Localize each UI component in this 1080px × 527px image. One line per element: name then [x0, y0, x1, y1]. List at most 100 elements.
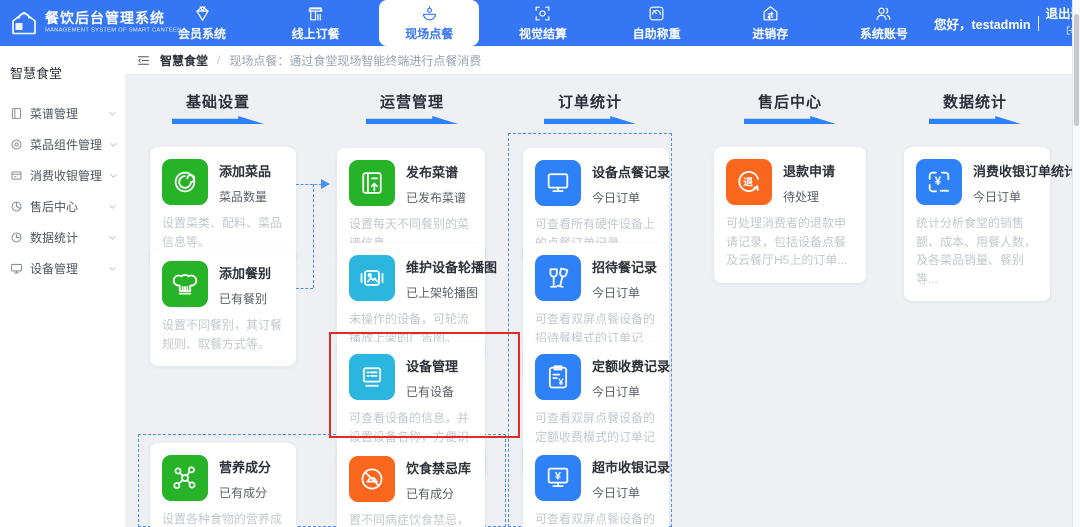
connector-line	[313, 184, 314, 288]
card-nutrition[interactable]: 营养成分 已有成分 设置各种食物的营养成分，【菜品管理】里可添加对应的食物及分.…	[150, 443, 296, 527]
card-add-dish[interactable]: 添加菜品 菜品数量 设置菜类、配料、菜品信息等。	[150, 147, 296, 265]
nav-label: 进销存	[752, 27, 789, 41]
svg-text:¥: ¥	[558, 377, 564, 387]
card-subtitle: 已有餐别	[219, 292, 268, 306]
vertical-scrollbar[interactable]	[1072, 0, 1080, 527]
card-description: 可处理消费者的退款申请记录，包括设备点餐及云餐厅H5上的订单...	[726, 216, 848, 268]
card-title: 退款申请	[783, 164, 836, 179]
main-nav: 会员系统 线上订餐 现场点餐 视觉结算 自助称重 进销存 系统账号	[152, 0, 934, 46]
sidebar-item-label: 消费收银管理	[30, 169, 103, 183]
card-diet-taboo-library[interactable]: 饮食禁忌库 已有成分 置不同病症饮食禁忌，【菜品管理】里可添加对应的。	[337, 444, 485, 527]
sidebar-item-label: 菜品组件管理	[30, 138, 103, 152]
card-description: 设置菜类、配料、菜品信息等。	[162, 216, 283, 249]
scrollbar-thumb[interactable]	[1074, 14, 1079, 126]
component-icon	[10, 138, 23, 151]
divider	[1037, 15, 1039, 31]
clipboard-yen-icon: ¥	[535, 354, 581, 400]
wine-glasses-icon	[535, 255, 581, 301]
card-subtitle: 今日订单	[592, 286, 641, 300]
card-subtitle: 今日订单	[592, 191, 641, 205]
nav-self-weighing[interactable]: 自助称重	[607, 0, 707, 46]
nav-label: 现场点餐	[405, 27, 454, 41]
storefront-icon	[306, 4, 325, 23]
card-title: 招待餐记录	[592, 260, 658, 275]
cashier-icon	[10, 169, 23, 182]
scan-icon	[533, 4, 552, 23]
chef-hat-icon	[162, 261, 208, 307]
chevron-down-icon	[108, 200, 117, 214]
svg-text:¥: ¥	[935, 175, 942, 188]
section-header-order-statistics: 订单统计	[505, 91, 675, 124]
chevron-down-icon	[108, 262, 117, 276]
card-title: 添加餐别	[219, 266, 272, 281]
top-navigation-bar: 餐饮后台管理系统 MANAGEMENT SYSTEM OF SMART CANT…	[0, 0, 1080, 46]
monitor-icon	[535, 160, 581, 206]
card-title: 营养成分	[219, 460, 272, 475]
nav-onsite-order[interactable]: 现场点餐	[379, 0, 480, 46]
card-title: 定额收费记录	[592, 359, 671, 374]
sidebar-item-label: 设备管理	[30, 262, 79, 276]
sidebar-item-device-management[interactable]: 设备管理	[0, 253, 125, 284]
card-title: 设备管理	[406, 359, 459, 374]
scale-icon	[647, 4, 666, 23]
bowl-icon	[420, 4, 439, 23]
card-cashier-order-statistics[interactable]: ¥ 消费收银订单统计 今日订单 统计分析食堂的销售额、成本、用餐人数，及各菜品销…	[904, 147, 1078, 302]
card-subtitle: 已有成分	[406, 487, 455, 501]
card-description: 设置各种食物的营养成分，【菜品管理】里可添加对应的食物及分...	[162, 512, 283, 526]
sidebar-item-aftersale-center[interactable]: 售后中心	[0, 191, 125, 222]
header-underline	[366, 116, 458, 124]
breadcrumb-root[interactable]: 智慧食堂	[160, 52, 208, 69]
header-underline	[544, 116, 636, 124]
card-description: 设置不同餐别，其订餐规则、取餐方式等。	[162, 318, 283, 351]
card-title: 消费收银订单统计	[973, 164, 1078, 179]
sidebar-item-cashier-management[interactable]: 消费收银管理	[0, 160, 125, 191]
card-subtitle: 已有成分	[219, 486, 268, 500]
card-subtitle: 菜品数量	[219, 190, 268, 204]
card-refund-request[interactable]: 退 退款申请 待处理 可处理消费者的退款申请记录，包括设备点餐及云餐厅H5上的订…	[714, 147, 866, 283]
sidebar-item-data-statistics[interactable]: 数据统计	[0, 222, 125, 253]
sidebar-item-label: 售后中心	[30, 200, 79, 214]
card-title: 添加菜品	[219, 164, 272, 179]
nav-inventory[interactable]: 进销存	[720, 0, 820, 46]
card-title: 发布菜谱	[406, 165, 459, 180]
card-add-meal-type[interactable]: 添加餐别 已有餐别 设置不同餐别，其订餐规则、取餐方式等。	[150, 249, 296, 367]
section-title: 售后中心	[757, 94, 822, 111]
section-title: 运营管理	[379, 94, 444, 111]
main-content: 基础设置 运营管理 订单统计 售后中心 数据统计 添加菜品 菜品数量 设置菜类、…	[125, 75, 1080, 527]
chevron-down-icon	[108, 231, 117, 245]
nav-label: 线上订餐	[291, 27, 340, 41]
card-title: 维护设备轮播图	[406, 260, 498, 275]
svg-text:¥: ¥	[555, 471, 562, 483]
breadcrumb-current: 现场点餐：通过食堂现场智能终端进行点餐消费	[229, 53, 482, 68]
nav-system-account[interactable]: 系统账号	[834, 0, 934, 46]
card-supermarket-cashier-records[interactable]: ¥ 超市收银记录 今日订单 可查看双屏点餐设备的超市收银的订单记录。	[523, 443, 670, 527]
nav-visual-checkout[interactable]: 视觉结算	[493, 0, 593, 46]
connector-arrow-icon	[321, 179, 330, 189]
card-title: 设备点餐记录	[592, 165, 671, 180]
card-subtitle: 今日订单	[973, 190, 1022, 204]
chevron-down-icon	[109, 138, 118, 152]
gem-icon	[193, 4, 212, 23]
app-subtitle: MANAGEMENT SYSTEM OF SMART CANTEEN	[45, 26, 182, 34]
card-description: 置不同病症饮食禁忌，【菜品管理】里可添加对应的。	[349, 513, 470, 527]
breadcrumb: 智慧食堂 / 现场点餐：通过食堂现场智能终端进行点餐消费	[125, 46, 1072, 75]
sidebar-item-menu-management[interactable]: 菜谱管理	[0, 98, 125, 129]
sidebar-item-label: 数据统计	[30, 231, 79, 245]
header-underline	[172, 116, 264, 124]
users-icon	[874, 4, 893, 23]
refund-icon: 退	[726, 159, 772, 205]
header-underline	[744, 116, 836, 124]
section-header-operations: 运营管理	[327, 91, 497, 124]
nav-label: 会员系统	[177, 27, 226, 41]
logo-icon	[10, 9, 38, 37]
chevron-down-icon	[108, 107, 117, 121]
no-food-icon	[349, 456, 395, 502]
nav-online-order[interactable]: 线上订餐	[266, 0, 366, 46]
collapse-sidebar-icon[interactable]	[136, 53, 151, 68]
nav-member-system[interactable]: 会员系统	[152, 0, 252, 46]
section-header-basic-settings: 基础设置	[133, 91, 303, 124]
sidebar-item-dish-components[interactable]: 菜品组件管理	[0, 129, 125, 160]
chevron-down-icon	[109, 169, 118, 183]
user-greeting: 您好，testadmin	[934, 17, 1031, 32]
card-subtitle: 待处理	[783, 190, 820, 204]
